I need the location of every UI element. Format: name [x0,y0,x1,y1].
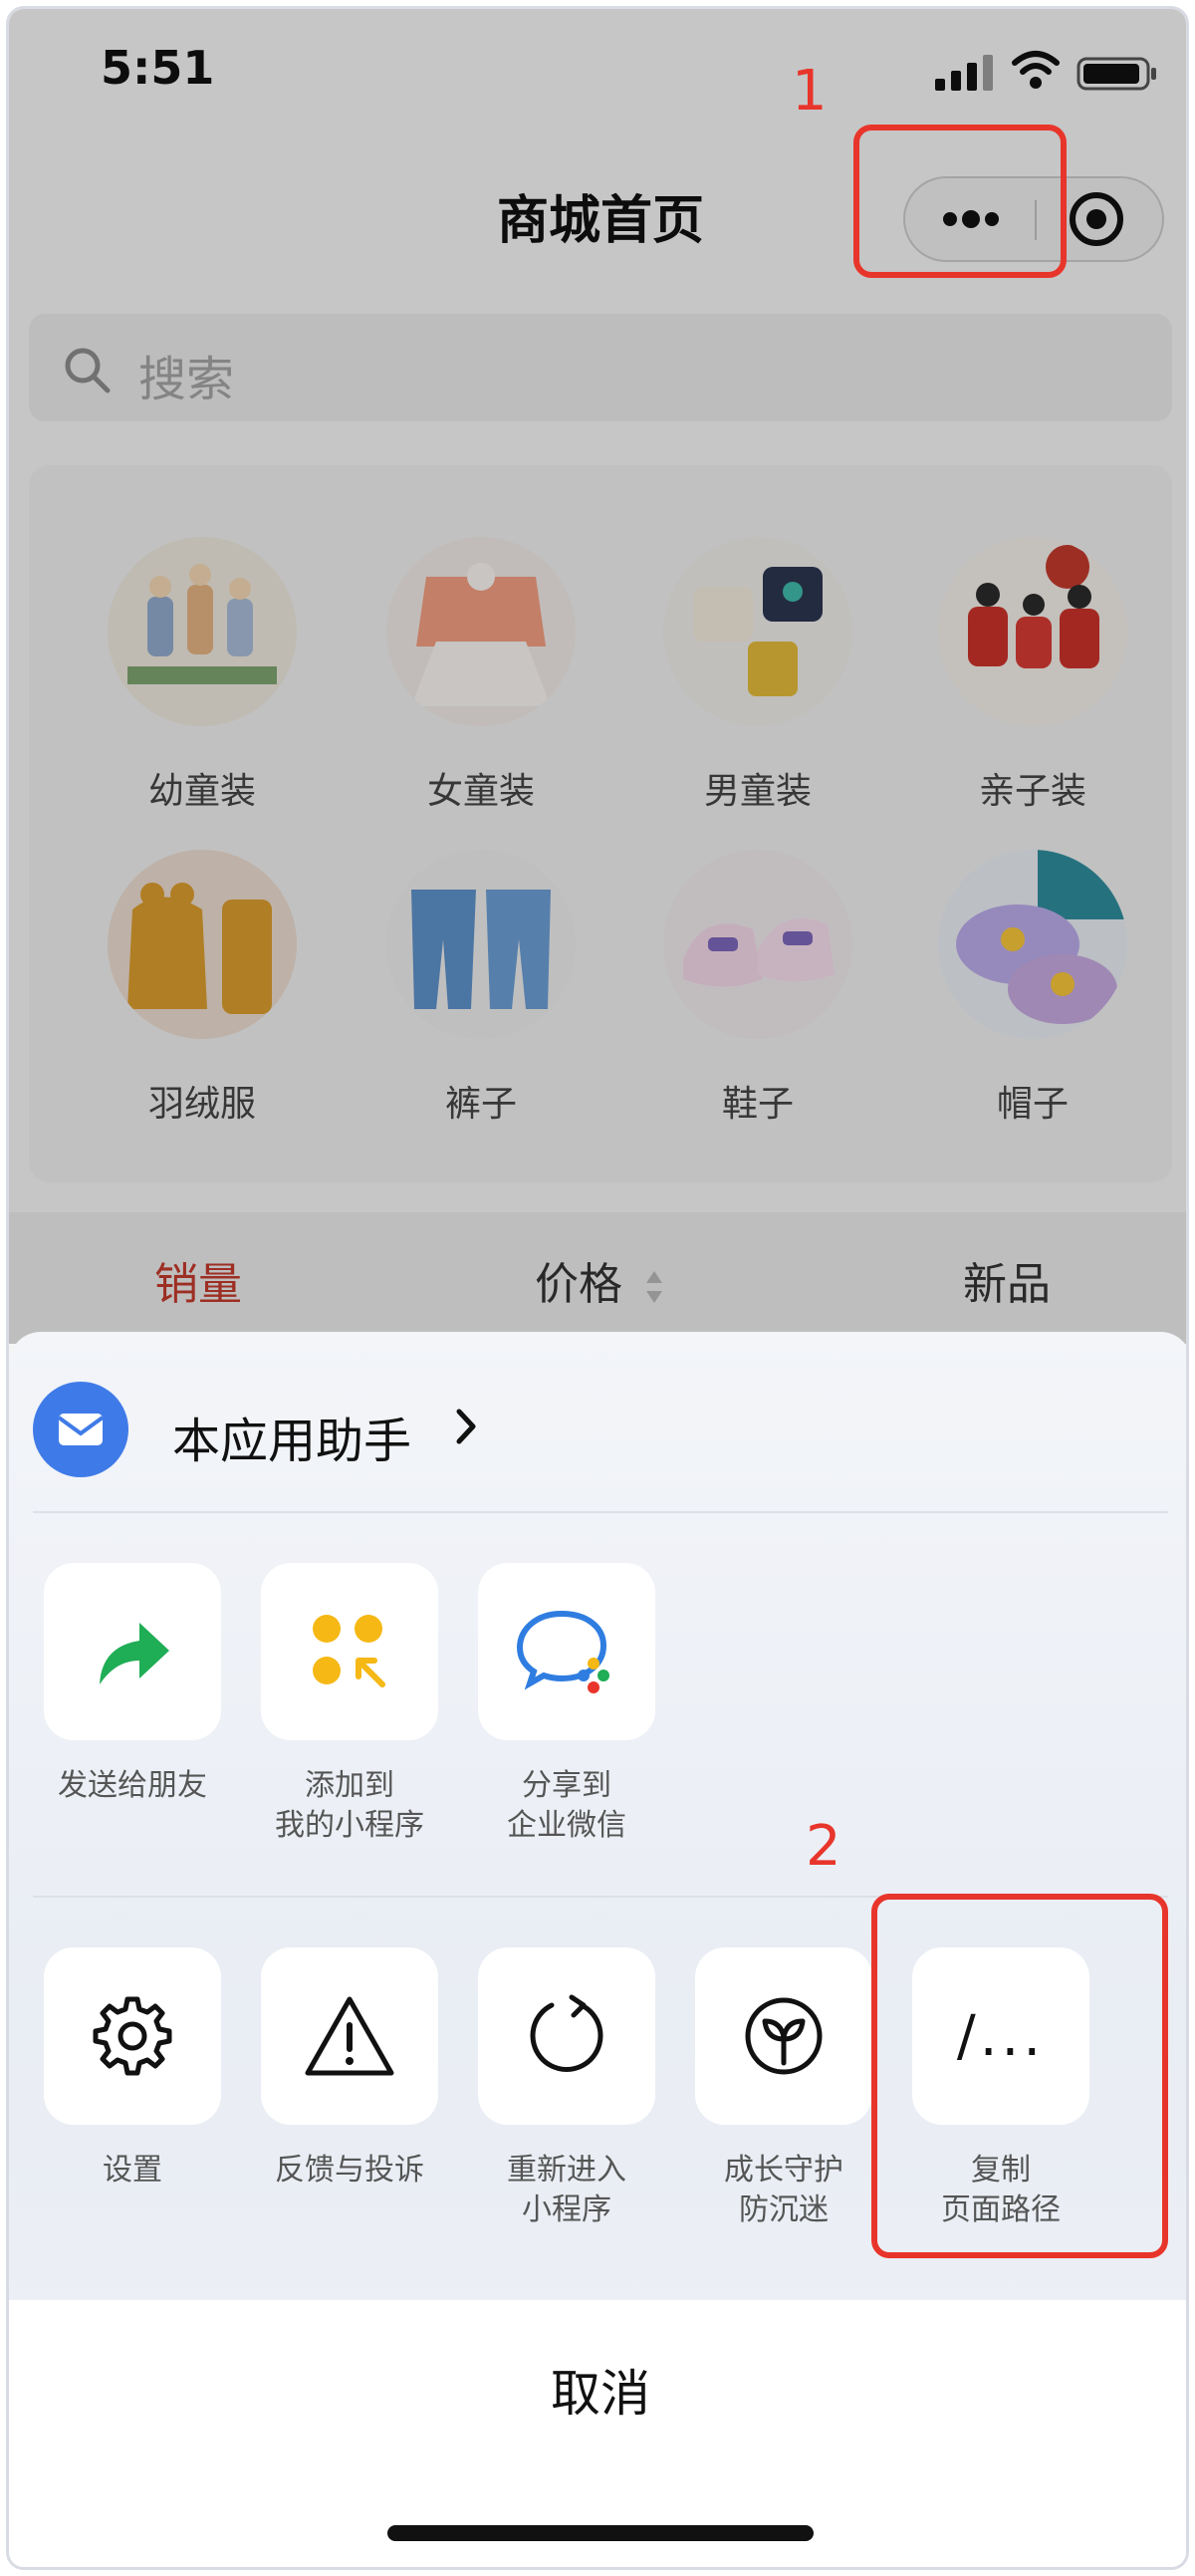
shoes-image [663,850,852,1039]
sheet-divider [33,1511,1168,1513]
gear-icon [93,1996,172,2076]
annotation-box-1 [853,125,1067,278]
toddler-wear-image [108,537,297,726]
family-wear-image [938,537,1127,726]
category-hats[interactable]: 帽子 [913,850,1152,1127]
category-label: 男童装 [703,771,812,812]
mail-icon [57,1414,105,1445]
category-girls-wear[interactable]: 女童装 [361,537,600,814]
category-grid: 幼童装 女童装 男童装 亲子装 羽绒服 裤子 鞋子 帽子 [29,465,1172,1182]
feedback-complaint-tile [261,1947,438,2125]
action-label: 发送给朋友 [58,1768,207,1803]
reenter-mini-program-tile [478,1947,655,2125]
category-family-wear[interactable]: 亲子装 [913,537,1152,814]
category-label: 帽子 [996,1084,1069,1125]
battery-icon [1076,57,1156,91]
action-label: 分享到 企业微信 [507,1768,626,1843]
girls-wear-image [386,537,576,726]
assistant-avatar [33,1382,128,1477]
wecom-icon [516,1610,609,1693]
cellular-signal-icon [935,55,993,91]
action-label: 添加到 我的小程序 [275,1768,424,1843]
share-to-wecom-action[interactable]: 分享到 企业微信 [467,1563,666,1846]
send-to-friend-tile [44,1563,221,1740]
category-label: 女童装 [426,771,535,812]
home-indicator [387,2525,814,2541]
search-placeholder: 搜索 [138,352,235,407]
down-jacket-image [108,850,297,1039]
boys-wear-image [663,537,852,726]
sort-tab-new[interactable]: 新品 [963,1248,1051,1312]
category-toddler-wear[interactable]: 幼童装 [83,537,322,814]
sort-bar: 销量 价格 新品 [9,1212,1186,1344]
send-to-friend-action[interactable]: 发送给朋友 [33,1563,232,1806]
annotation-number-2: 2 [806,1814,841,1879]
pants-image [386,850,576,1039]
wifi-icon [1012,51,1060,89]
feedback-complaint-action[interactable]: 反馈与投诉 [250,1947,449,2190]
sort-tab-sales[interactable]: 销量 [154,1248,242,1312]
sort-tab-label: 价格 [535,1259,622,1310]
status-time: 5:51 [101,41,215,95]
sort-tab-price[interactable]: 价格 [535,1248,664,1312]
action-label: 反馈与投诉 [275,2153,424,2188]
cancel-button[interactable]: 取消 [9,2324,1186,2463]
share-arrow-icon [100,1623,169,1684]
search-input[interactable]: 搜索 [29,314,1172,421]
category-label: 鞋子 [721,1084,794,1125]
assistant-label: 本应用助手 [172,1414,412,1469]
category-label: 幼童装 [147,771,256,812]
add-mini-program-icon [313,1615,385,1687]
category-boys-wear[interactable]: 男童装 [638,537,877,814]
reenter-mini-program-action[interactable]: 重新进入 小程序 [467,1947,666,2230]
action-label: 设置 [103,2153,162,2188]
category-down-jackets[interactable]: 羽绒服 [83,850,322,1127]
search-icon [65,348,111,393]
category-label: 裤子 [444,1084,517,1125]
annotation-box-2 [871,1894,1168,2258]
add-to-my-mini-programs-action[interactable]: 添加到 我的小程序 [250,1563,449,1846]
status-bar: 5:51 [9,9,1186,138]
share-to-wecom-tile [478,1563,655,1740]
action-label: 成长守护 防沉迷 [724,2153,843,2227]
category-pants[interactable]: 裤子 [361,850,600,1127]
hats-image [938,850,1127,1039]
settings-action[interactable]: 设置 [33,1947,232,2190]
settings-tile [44,1947,221,2125]
annotation-number-1: 1 [792,59,828,124]
growth-guard-tile [695,1947,872,2125]
chevron-right-icon [456,1409,476,1444]
category-label: 羽绒服 [147,1084,256,1125]
reload-icon [530,1994,603,2073]
sprout-icon [745,1997,823,2075]
growth-guard-action[interactable]: 成长守护 防沉迷 [684,1947,883,2230]
action-label: 重新进入 小程序 [507,2153,626,2227]
sort-arrows-icon [646,1271,662,1303]
category-label: 亲子装 [978,771,1086,812]
add-to-my-mini-programs-tile [261,1563,438,1740]
cancel-area: 取消 [9,2300,1186,2567]
category-shoes[interactable]: 鞋子 [638,850,877,1127]
phone-screen: 5:51 商城首页 搜索 幼童装 女童装 男童装 亲子装 羽绒服 裤子 鞋子 帽… [6,6,1189,2570]
warning-icon [305,1996,394,2076]
